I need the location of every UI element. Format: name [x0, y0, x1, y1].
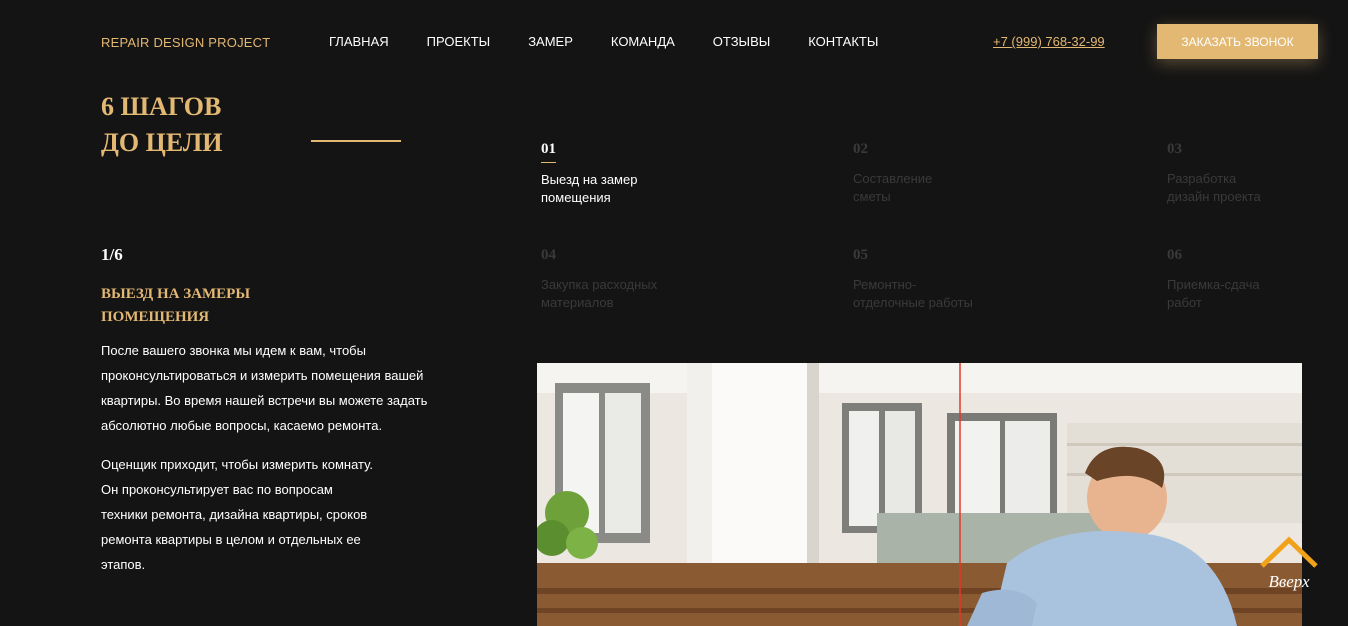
- step-item-02[interactable]: 02 Составление сметы: [853, 140, 1013, 206]
- main-nav: ГЛАВНАЯ ПРОЕКТЫ ЗАМЕР КОМАНДА ОТЗЫВЫ КОН…: [329, 34, 916, 49]
- step-heading-line2: ПОМЕЩЕНИЯ: [101, 309, 210, 325]
- paragraph-line: Оценщик приходит, чтобы измерить комнату…: [101, 457, 373, 472]
- paragraph-line: проконсультироваться и измерить помещени…: [101, 368, 424, 383]
- step-label-line1: Закупка расходных: [541, 277, 658, 292]
- step-item-05[interactable]: 05 Ремонтно- отделочные работы: [853, 246, 1013, 312]
- step-label-line2: помещения: [541, 190, 611, 205]
- section-title-line2: ДО ЦЕЛИ: [101, 128, 223, 157]
- step-label-line1: Выезд на замер: [541, 172, 638, 187]
- step-photo: [537, 363, 1302, 626]
- step-label: Выезд на замер помещения: [541, 171, 701, 207]
- step-number: 05: [853, 247, 868, 263]
- chevron-up-icon: [1260, 536, 1318, 568]
- section-title-line1: 6 ШАГОВ: [101, 92, 222, 121]
- step-counter: 1/6: [101, 245, 123, 264]
- step-number: 02: [853, 141, 868, 157]
- back-to-top-button[interactable]: Вверх: [1258, 532, 1320, 598]
- step-label-line2: сметы: [853, 189, 891, 204]
- nav-item-home[interactable]: ГЛАВНАЯ: [329, 34, 389, 49]
- nav-item-projects[interactable]: ПРОЕКТЫ: [427, 34, 491, 49]
- paragraph-line: абсолютно любые вопросы, касаемо ремонта…: [101, 418, 383, 433]
- step-number: 06: [1167, 247, 1182, 263]
- nav-item-team[interactable]: КОМАНДА: [611, 34, 675, 49]
- step-label: Закупка расходных материалов: [541, 276, 701, 312]
- paragraph-line: После вашего звонка мы идем к вам, чтобы: [101, 343, 366, 358]
- nav-item-measure[interactable]: ЗАМЕР: [528, 34, 573, 49]
- step-number: 03: [1167, 141, 1182, 157]
- step-item-06[interactable]: 06 Приемка-сдача работ: [1167, 246, 1327, 312]
- step-item-01[interactable]: 01 Выезд на замер помещения: [541, 140, 701, 207]
- step-label-line1: Составление: [853, 171, 933, 186]
- paragraph-line: ремонта квартиры в целом и отдельных ее: [101, 532, 361, 547]
- step-label-line2: дизайн проекта: [1167, 189, 1261, 204]
- section-title: 6 ШАГОВ ДО ЦЕЛИ: [101, 89, 222, 161]
- order-call-button[interactable]: ЗАКАЗАТЬ ЗВОНОК: [1157, 24, 1318, 59]
- step-label-line1: Приемка-сдача: [1167, 277, 1260, 292]
- paragraph-line: этапов.: [101, 557, 146, 572]
- room-measurement-illustration: [537, 363, 1302, 626]
- step-label-line2: работ: [1167, 295, 1202, 310]
- step-item-04[interactable]: 04 Закупка расходных материалов: [541, 246, 701, 312]
- step-label-line1: Ремонтно-: [853, 277, 917, 292]
- step-item-03[interactable]: 03 Разработка дизайн проекта: [1167, 140, 1327, 206]
- title-divider: [311, 140, 401, 142]
- step-label-line2: материалов: [541, 295, 614, 310]
- step-description-2: Оценщик приходит, чтобы измерить комнату…: [101, 452, 391, 577]
- step-heading: ВЫЕЗД НА ЗАМЕРЫ ПОМЕЩЕНИЯ: [101, 283, 361, 329]
- step-label-line1: Разработка: [1167, 171, 1237, 186]
- nav-item-contacts[interactable]: КОНТАКТЫ: [808, 34, 878, 49]
- logo[interactable]: REPAIR DESIGN PROJECT: [101, 35, 270, 50]
- step-description-1: После вашего звонка мы идем к вам, чтобы…: [101, 338, 441, 438]
- step-heading-line1: ВЫЕЗД НА ЗАМЕРЫ: [101, 286, 251, 302]
- step-label: Приемка-сдача работ: [1167, 276, 1327, 312]
- phone-link[interactable]: +7 (999) 768-32-99: [993, 34, 1105, 49]
- step-label: Ремонтно- отделочные работы: [853, 276, 1013, 312]
- step-label: Составление сметы: [853, 170, 1013, 206]
- step-label: Разработка дизайн проекта: [1167, 170, 1327, 206]
- step-label-line2: отделочные работы: [853, 295, 973, 310]
- paragraph-line: Он проконсультирует вас по вопросам: [101, 482, 333, 497]
- paragraph-line: квартиры. Во время нашей встречи вы може…: [101, 393, 428, 408]
- step-number: 01: [541, 141, 556, 163]
- nav-item-reviews[interactable]: ОТЗЫВЫ: [713, 34, 770, 49]
- paragraph-line: техники ремонта, дизайна квартиры, сроко…: [101, 507, 368, 522]
- back-to-top-label: Вверх: [1268, 572, 1310, 591]
- step-number: 04: [541, 247, 556, 263]
